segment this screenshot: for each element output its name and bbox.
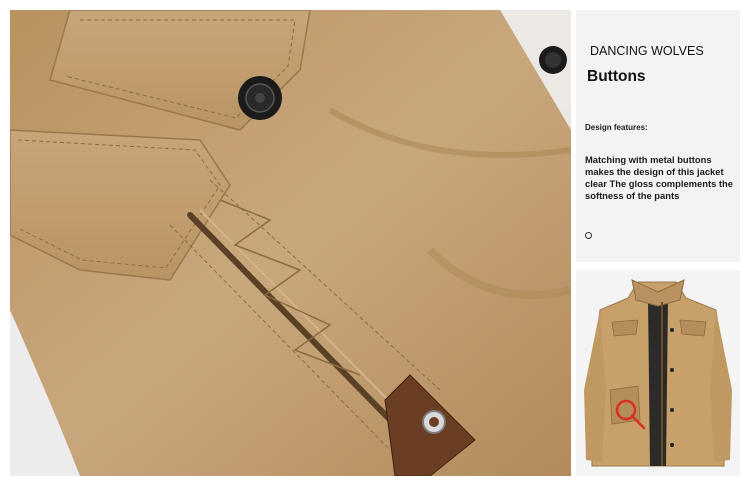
design-features-label: Design features: xyxy=(585,123,648,132)
brand-name: DANCING WOLVES xyxy=(590,44,704,58)
info-panel: DANCING WOLVES Buttons Design features: … xyxy=(576,10,740,262)
feature-description: Matching with metal buttons makes the de… xyxy=(585,154,733,201)
chest-button-icon xyxy=(238,76,282,120)
jacket-photo xyxy=(576,270,740,476)
shoulder-button-icon xyxy=(539,46,567,74)
circle-marker-icon xyxy=(585,232,592,239)
feature-title: Buttons xyxy=(587,68,646,85)
fabric-closeup-image xyxy=(10,10,571,476)
